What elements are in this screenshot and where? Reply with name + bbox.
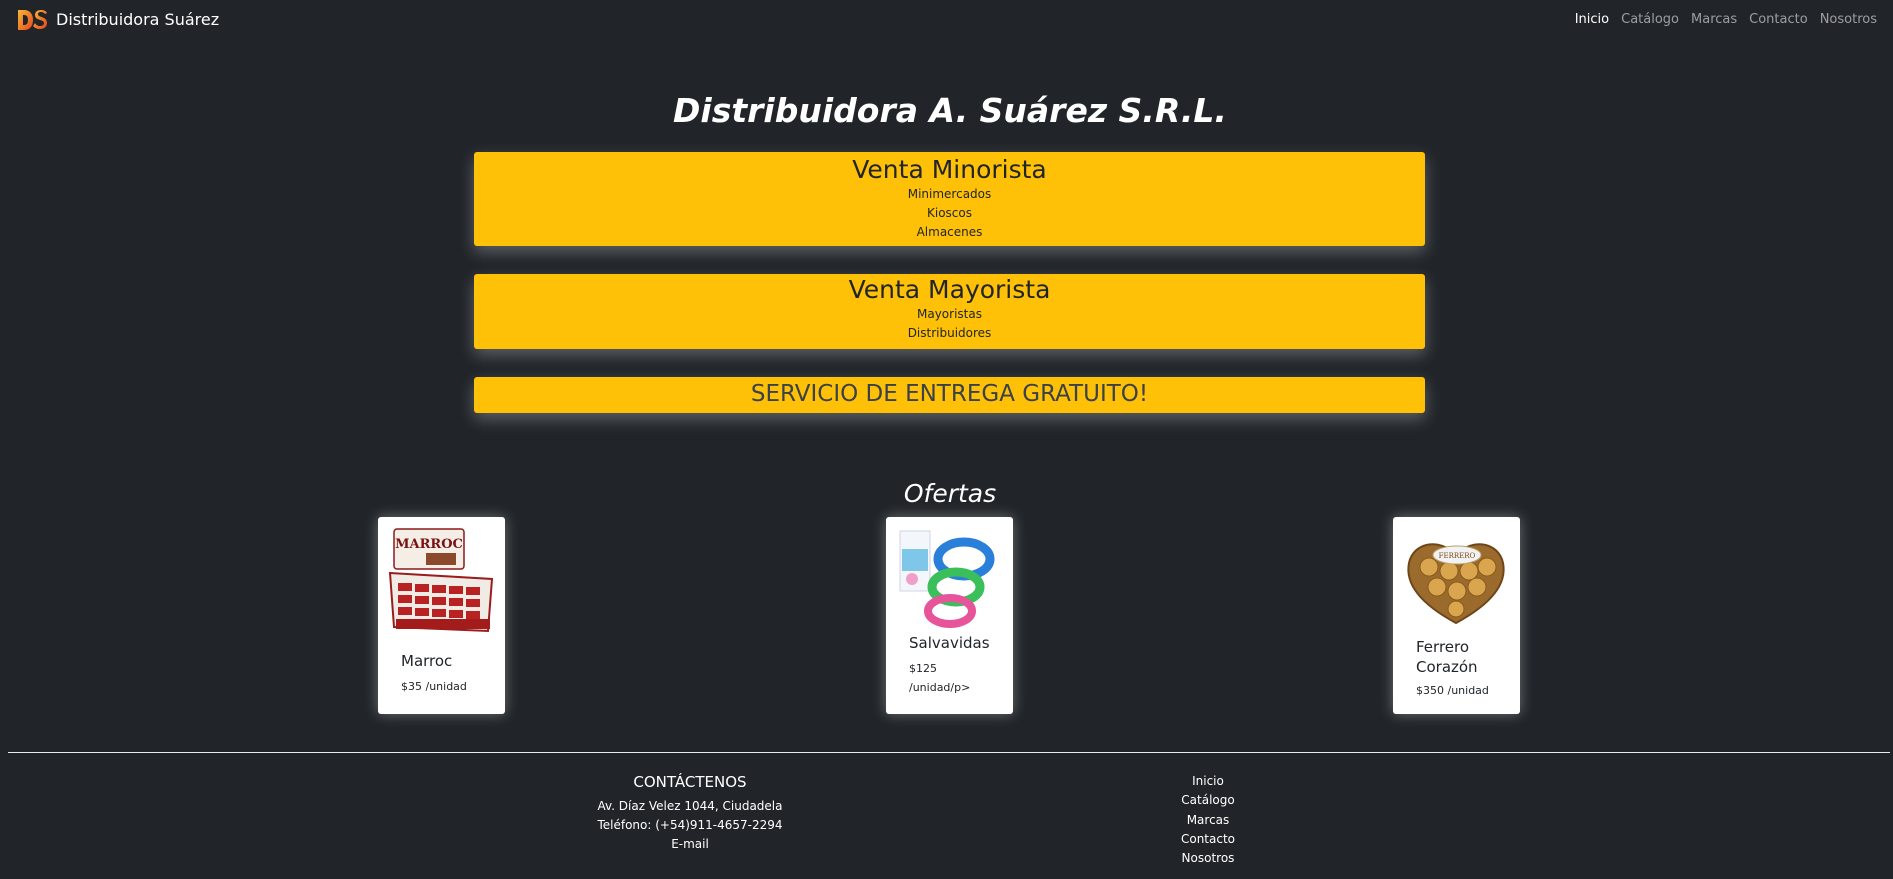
ferrero-heart-image: FERRERO xyxy=(1407,543,1505,625)
service-item: Distribuidores xyxy=(907,326,992,340)
offer-card-salvavidas[interactable]: Salvavidas $125 /unidad/p> xyxy=(886,517,1013,714)
swim-rings-image xyxy=(899,530,995,628)
service-item: Minimercados xyxy=(907,187,992,201)
ofertas-title: Ofertas xyxy=(903,479,997,508)
offer-card-price: $35 /unidad xyxy=(401,680,467,693)
footer-links: Inicio Catálogo Marcas Contacto Nosotros xyxy=(1158,772,1258,868)
svg-text:MARROC: MARROC xyxy=(395,537,463,552)
ds-logo-icon xyxy=(18,10,47,30)
nav-link-marcas[interactable]: Marcas xyxy=(1691,11,1737,29)
offer-card-marroc[interactable]: MARROC Marroc $35 /unidad xyxy=(378,517,505,714)
navbar: Distribuidora Suárez Inicio Catálogo Mar… xyxy=(0,0,1893,40)
footer-address: Av. Díaz Velez 1044, Ciudadela xyxy=(597,799,783,813)
footer-divider xyxy=(8,752,1890,753)
nav-link-nosotros[interactable]: Nosotros xyxy=(1820,11,1877,29)
brand-link[interactable]: Distribuidora Suárez xyxy=(16,8,219,32)
service-title-minorista: Venta Minorista xyxy=(852,155,1047,184)
service-box-entrega: SERVICIO DE ENTREGA GRATUITO! xyxy=(474,377,1425,413)
footer-contact-title: CONTÁCTENOS xyxy=(633,773,747,791)
nav-links: Inicio Catálogo Marcas Contacto Nosotros xyxy=(1563,11,1877,29)
brand-name: Distribuidora Suárez xyxy=(56,10,220,29)
page-title: Distribuidora A. Suárez S.R.L. xyxy=(673,91,1227,130)
service-box-minorista: Venta Minorista Minimercados Kioscos Alm… xyxy=(474,152,1425,246)
service-box-mayorista: Venta Mayorista Mayoristas Distribuidore… xyxy=(474,274,1425,349)
footer-link-nosotros[interactable]: Nosotros xyxy=(1158,849,1258,868)
nav-link-catalogo[interactable]: Catálogo xyxy=(1621,11,1679,29)
footer-link-inicio[interactable]: Inicio xyxy=(1158,772,1258,791)
footer-email-link[interactable]: E-mail xyxy=(570,835,810,854)
footer-link-marcas[interactable]: Marcas xyxy=(1158,811,1258,830)
offer-card-price: $350 /unidad xyxy=(1416,684,1489,697)
offer-card-title: Marroc xyxy=(401,652,453,670)
service-title-mayorista: Venta Mayorista xyxy=(848,275,1051,304)
offer-card-title: Salvavidas xyxy=(909,634,990,652)
service-item: Kioscos xyxy=(927,206,972,220)
footer-contact: CONTÁCTENOS Av. Díaz Velez 1044, Ciudade… xyxy=(570,771,810,854)
offer-card-price: $125 /unidad/p> xyxy=(909,662,971,694)
marroc-box-image: MARROC xyxy=(388,528,494,633)
nav-link-inicio[interactable]: Inicio xyxy=(1575,11,1609,29)
service-title-entrega: SERVICIO DE ENTREGA GRATUITO! xyxy=(750,381,1149,407)
footer-link-contacto[interactable]: Contacto xyxy=(1158,830,1258,849)
footer-link-catalogo[interactable]: Catálogo xyxy=(1158,791,1258,810)
footer-phone: Teléfono: (+54)911-4657-2294 xyxy=(597,818,783,832)
service-item: Mayoristas xyxy=(917,307,982,321)
offer-card-title: Ferrero Corazón xyxy=(1416,638,1478,676)
offer-card-ferrero[interactable]: FERRERO Ferrero Corazón $350 /unidad xyxy=(1393,517,1520,714)
nav-link-contacto[interactable]: Contacto xyxy=(1749,11,1808,29)
service-item: Almacenes xyxy=(916,225,983,239)
svg-text:FERRERO: FERRERO xyxy=(1439,552,1476,560)
